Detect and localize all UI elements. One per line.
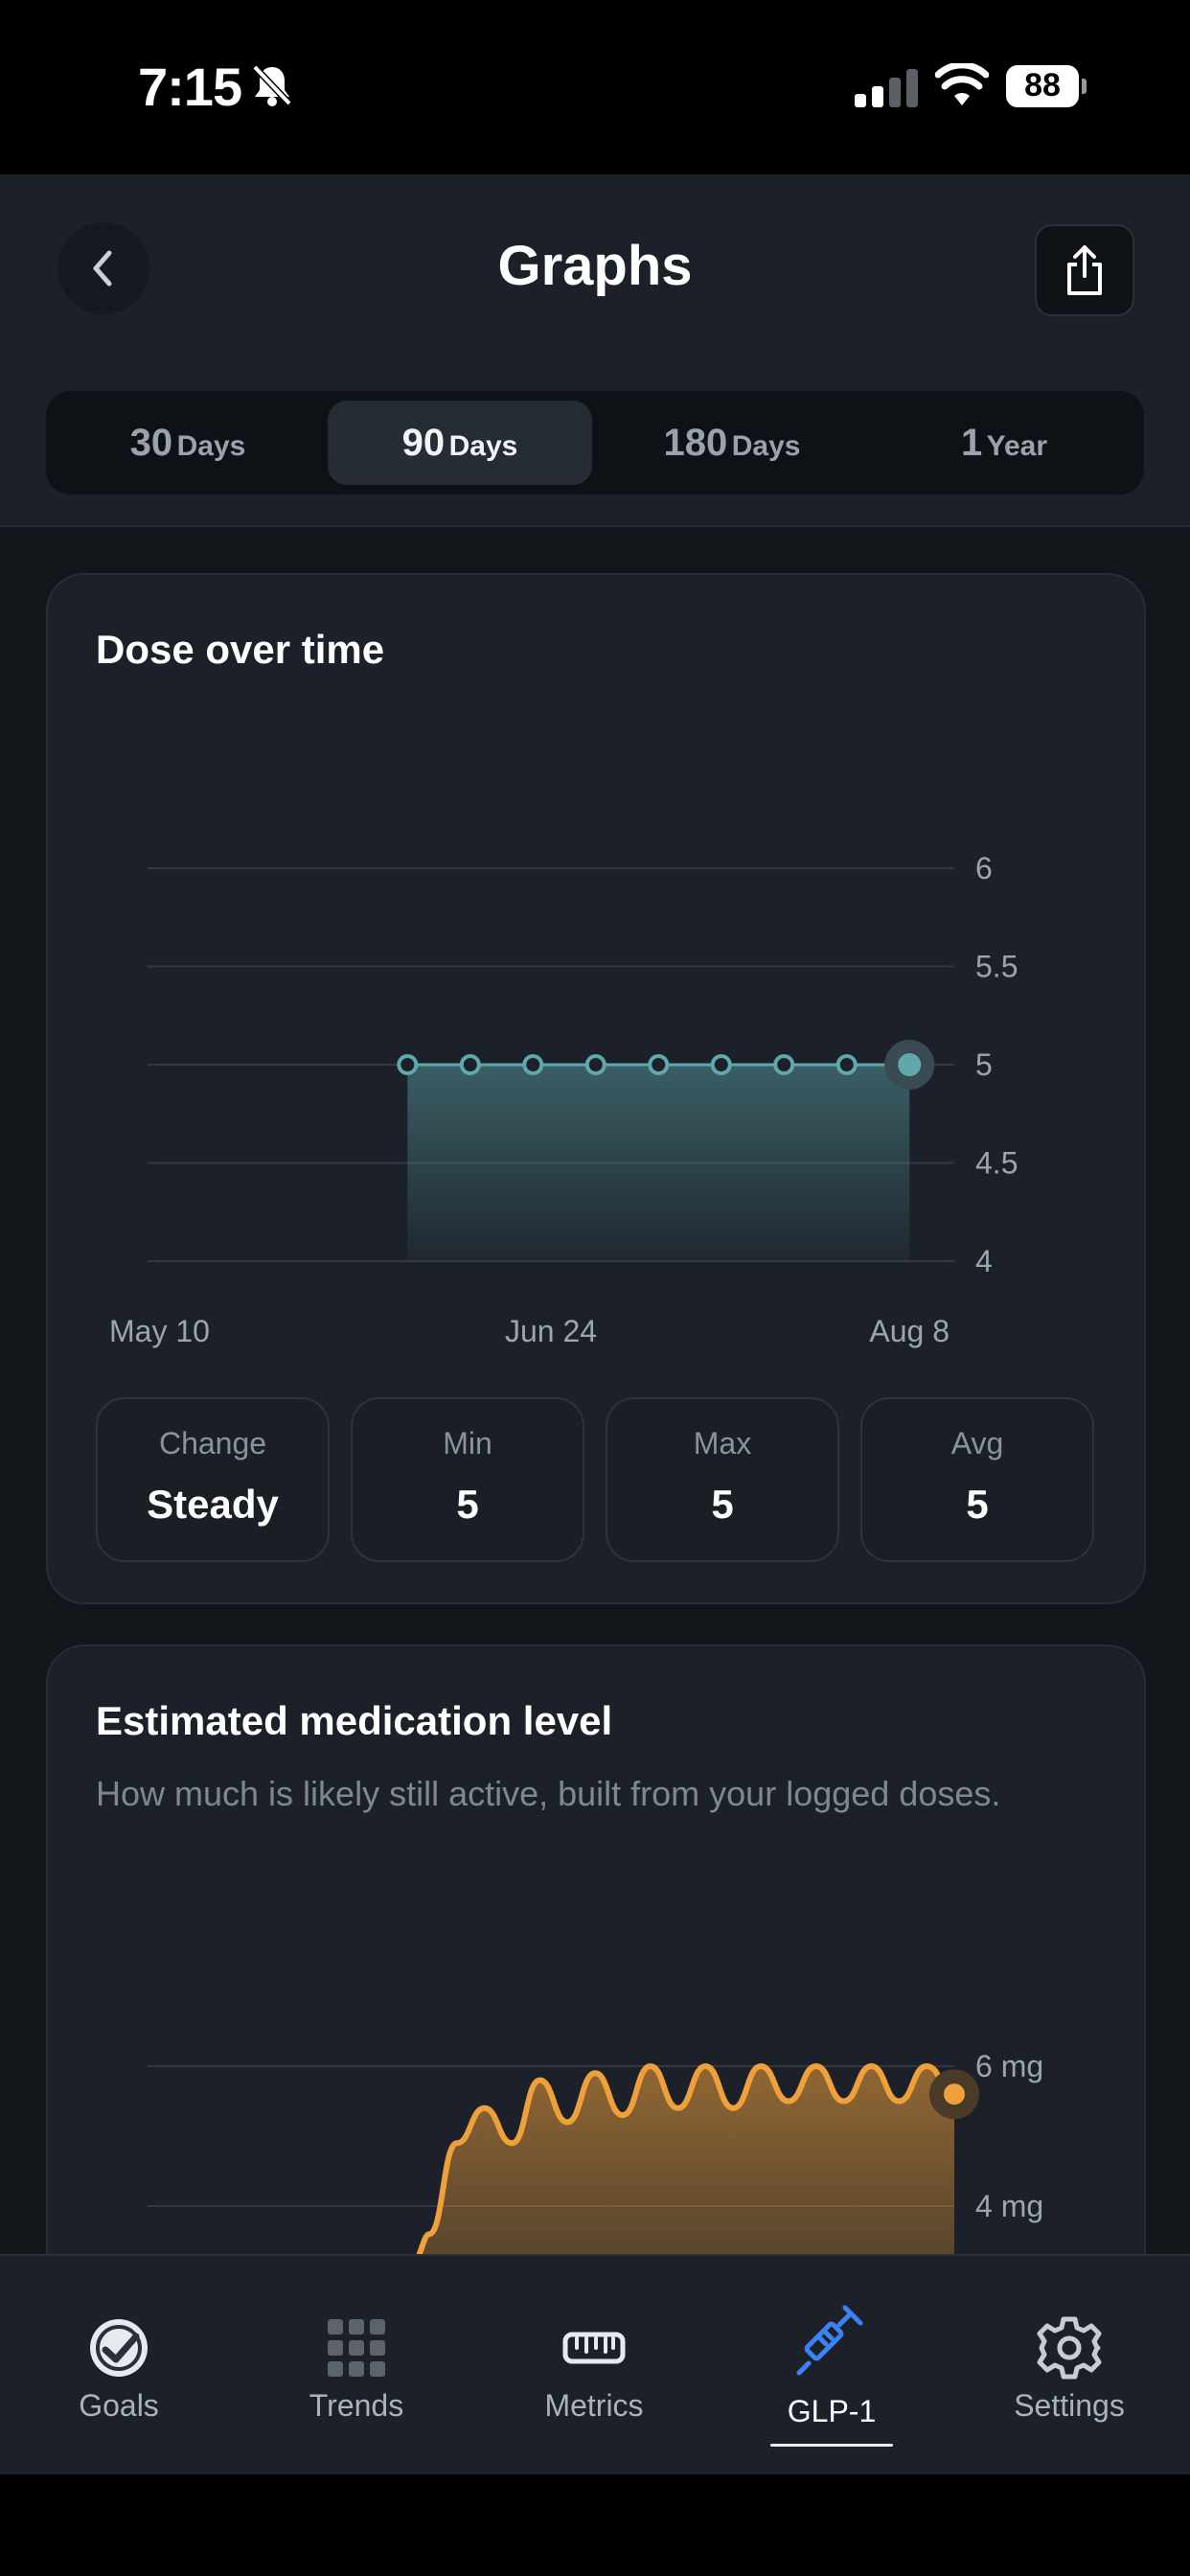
stat-avg: Avg 5	[860, 1397, 1094, 1562]
status-bar: 7:15 88	[0, 0, 1190, 174]
range-unit: Days	[731, 430, 801, 462]
dose-chart: 6 5.5 5 4.5 4 May 10 Jun 24 Aug 8	[109, 851, 1018, 1348]
range-bar: 30 Days 90 Days 180 Days 1 Year	[0, 360, 1190, 527]
y-tick-label: 4.5	[975, 1146, 1018, 1181]
wifi-icon	[935, 63, 989, 105]
battery-level: 88	[1024, 67, 1061, 104]
dose-point	[584, 1054, 606, 1075]
range-number: 90	[401, 422, 446, 464]
tab-trends[interactable]: Trends	[238, 2256, 475, 2476]
share-button[interactable]	[1035, 224, 1134, 316]
tab-settings[interactable]: Settings	[950, 2256, 1188, 2476]
page-title: Graphs	[497, 235, 693, 297]
tab-label: Metrics	[544, 2388, 644, 2423]
stat-label: Avg	[950, 1426, 1004, 1460]
active-tab-indicator	[770, 2444, 893, 2447]
dose-point	[773, 1054, 795, 1075]
dose-point	[710, 1054, 732, 1075]
status-time: 7:15	[138, 57, 242, 117]
dose-point	[648, 1054, 670, 1075]
medication-level-card: Estimated medication level How much is l…	[46, 1644, 1146, 2319]
stat-value: 5	[711, 1482, 734, 1527]
range-number: 1	[960, 422, 983, 464]
tab-metrics[interactable]: Metrics	[475, 2256, 713, 2476]
x-tick-label: Aug 8	[869, 1314, 950, 1348]
tab-label: GLP-1	[787, 2394, 877, 2428]
stat-label: Change	[158, 1426, 267, 1460]
tab-label: Trends	[309, 2388, 404, 2423]
range-unit: Days	[448, 430, 518, 462]
x-tick-label: May 10	[109, 1314, 210, 1348]
battery-indicator: 88	[1006, 65, 1087, 107]
range-unit: Year	[986, 430, 1048, 462]
range-number: 180	[663, 422, 728, 464]
stat-label: Max	[693, 1426, 752, 1460]
cell-signal-icon	[855, 69, 918, 107]
y-tick-label: 6	[975, 851, 993, 886]
tab-goals[interactable]: Goals	[0, 2256, 238, 2476]
stat-label: Min	[443, 1426, 492, 1460]
y-tick-label: 6 mg	[975, 2049, 1043, 2083]
stat-value: 5	[966, 1482, 989, 1527]
range-30-days[interactable]: 30 Days	[56, 401, 320, 485]
stat-min: Min 5	[351, 1397, 584, 1562]
tab-label: Goals	[79, 2388, 159, 2423]
silent-bell-icon	[252, 64, 292, 106]
home-indicator-area	[0, 2474, 1190, 2576]
range-segmented-control: 30 Days 90 Days 180 Days 1 Year	[46, 391, 1144, 494]
range-1-year[interactable]: 1 Year	[872, 401, 1136, 485]
grid-icon	[328, 2319, 385, 2377]
dose-point	[898, 1053, 922, 1076]
dose-point	[459, 1054, 481, 1075]
tab-glp1[interactable]: GLP-1	[713, 2256, 950, 2476]
share-icon	[1067, 245, 1102, 295]
y-tick-label: 5	[975, 1047, 993, 1082]
stat-value: Steady	[147, 1482, 279, 1527]
y-tick-label: 5.5	[975, 950, 1018, 984]
range-number: 30	[129, 422, 173, 464]
range-180-days[interactable]: 180 Days	[600, 401, 864, 485]
dose-point	[397, 1054, 419, 1075]
tab-label: Settings	[1014, 2388, 1125, 2423]
goals-check-icon	[90, 2319, 148, 2377]
latest-point	[944, 2083, 965, 2105]
gear-icon	[1037, 2316, 1102, 2380]
ruler-icon	[562, 2332, 626, 2364]
dose-point	[522, 1054, 544, 1075]
stat-max: Max 5	[606, 1397, 839, 1562]
x-tick-label: Jun 24	[505, 1314, 597, 1348]
stat-value: 5	[456, 1482, 479, 1527]
range-unit: Days	[176, 430, 246, 462]
dose-point	[835, 1054, 858, 1075]
dose-area	[407, 1065, 910, 1261]
syringe-icon	[796, 2305, 863, 2376]
y-tick-label: 4	[975, 1244, 993, 1278]
tab-bar: Goals Trends Metrics GLP-1 Settings	[0, 2254, 1190, 2476]
stat-change: Change Steady	[96, 1397, 330, 1562]
dose-card: Dose over time 6 5.5 5 4.5 4 May 10 Jun 24 Aug …	[46, 573, 1146, 1604]
nav-header: Graphs	[0, 174, 1190, 362]
y-tick-label: 4 mg	[975, 2189, 1043, 2223]
range-90-days[interactable]: 90 Days	[328, 401, 592, 485]
medication-level-chart: 6 mg 4 mg	[148, 2049, 1043, 2317]
